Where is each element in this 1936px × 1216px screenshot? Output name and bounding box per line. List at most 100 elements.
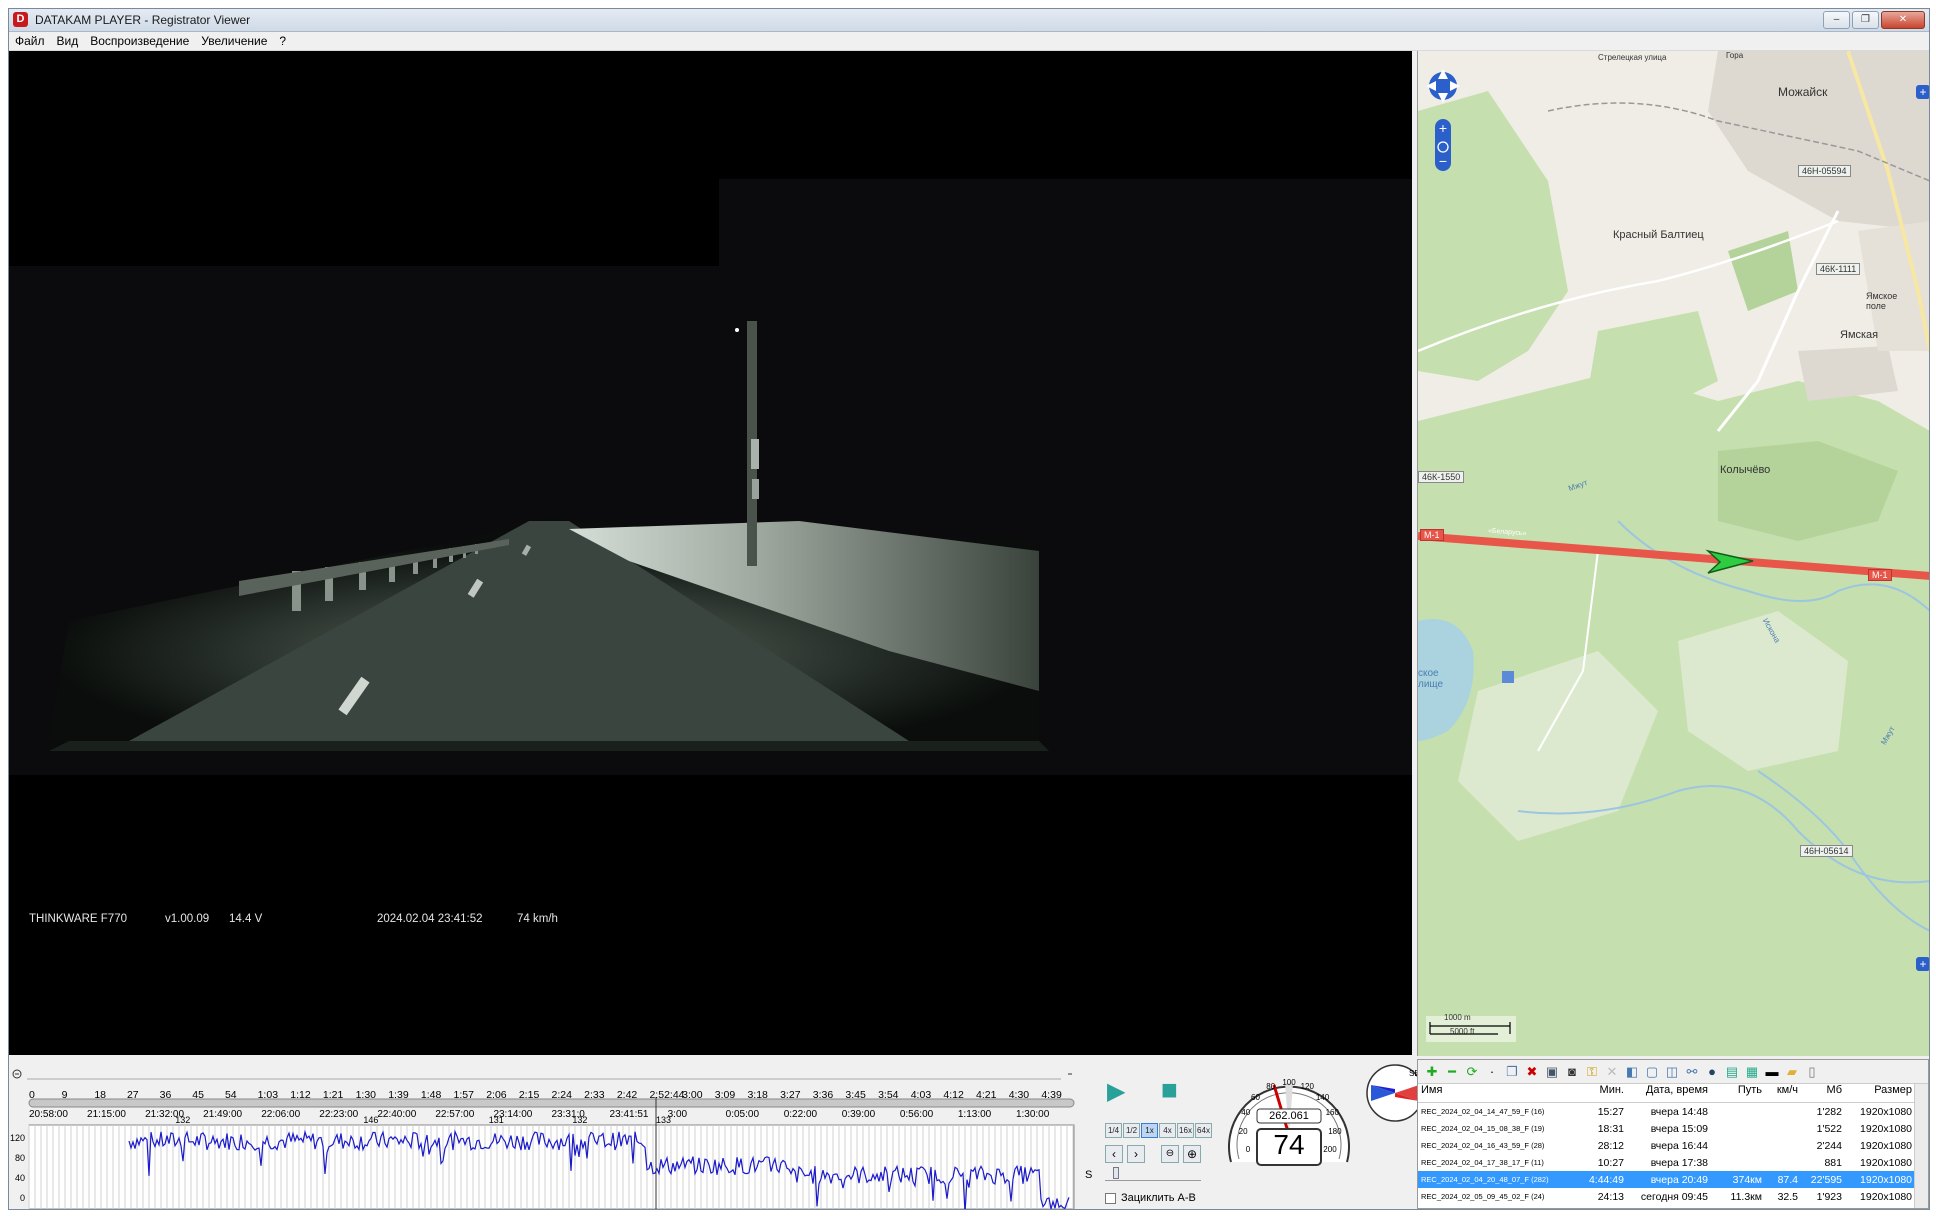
zoom-plus-icon[interactable]: ⊕: [1183, 1145, 1201, 1163]
volume-slider[interactable]: [1105, 1171, 1201, 1181]
zoom-in-timeline-icon[interactable]: [1081, 1069, 1093, 1081]
zoom-in-button[interactable]: [1435, 119, 1451, 135]
file-row[interactable]: REC_2024_02_05_09_45_02_F (24) 24:13 сегод…: [1418, 1188, 1928, 1205]
file-list-rows: REC_2024_02_04_14_47_59_F (16) 15:27 вчера…: [1418, 1103, 1928, 1205]
file-row[interactable]: REC_2024_02_04_15_08_38_F (19) 18:31 вчера…: [1418, 1120, 1928, 1137]
speed-64x-button[interactable]: 64x: [1195, 1123, 1212, 1138]
peak-label: 131: [488, 1115, 504, 1125]
speedometer-tick: 140: [1315, 1092, 1330, 1102]
file-resolution: 1920x1080: [1860, 1122, 1912, 1135]
speedometer-tick: 120: [1300, 1081, 1314, 1091]
timeline-slider[interactable]: [29, 1099, 1074, 1107]
file-minutes: 24:13: [1597, 1190, 1624, 1203]
map-label-village3: Ямское поле: [1866, 291, 1898, 311]
prev-frame-icon[interactable]: ‹: [1105, 1145, 1123, 1163]
file-row[interactable]: REC_2024_02_04_17_38_17_F (11) 10:27 вчера…: [1418, 1154, 1928, 1171]
file-row[interactable]: REC_2024_02_04_16_43_59_F (28) 28:12 вчера…: [1418, 1137, 1928, 1154]
close-button[interactable]: ✕: [1881, 11, 1925, 29]
file-mb: 1'923: [1816, 1190, 1842, 1203]
camera-icon[interactable]: ◙: [1564, 1064, 1580, 1080]
speed-1x-button[interactable]: 1x: [1141, 1123, 1158, 1138]
next-frame-icon[interactable]: ›: [1127, 1145, 1145, 1163]
column-mb[interactable]: Мб: [1802, 1084, 1846, 1102]
folder-icon[interactable]: ▰: [1784, 1064, 1800, 1080]
loop-checkbox[interactable]: [1105, 1193, 1116, 1204]
document-icon[interactable]: ▯: [1804, 1064, 1820, 1080]
column-resolution[interactable]: Размер: [1846, 1084, 1916, 1102]
window-icon[interactable]: ◫: [1664, 1064, 1680, 1080]
film-icon[interactable]: ▬: [1764, 1064, 1780, 1080]
timeline-graph-panel: 0 9 18 27 36 45 54 1:03 1:12 1:21 1:30 1:39 1:48 1:57…: [9, 1059, 1075, 1209]
delete-icon[interactable]: ✖: [1524, 1064, 1540, 1080]
link-icon[interactable]: ⚯: [1684, 1064, 1700, 1080]
file-list-scrollbar[interactable]: [1914, 1084, 1928, 1208]
window-title: DATAKAM PLAYER - Registrator Viewer: [35, 13, 251, 27]
map-label-lake: ское лище: [1418, 668, 1444, 690]
map-layer-plus-icon-2[interactable]: [1916, 957, 1929, 971]
speed-half-button[interactable]: 1/2: [1123, 1123, 1140, 1138]
file-datetime: вчера 17:38: [1650, 1156, 1708, 1169]
map-view[interactable]: + − + + Можайск Стрелецкая улица Гора Кр…: [1417, 51, 1929, 1056]
globe-icon[interactable]: [1435, 139, 1451, 155]
save-icon[interactable]: ▣: [1544, 1064, 1560, 1080]
road-tag-4: М-1: [1420, 529, 1444, 541]
speed-4x-button[interactable]: 4x: [1159, 1123, 1176, 1138]
column-name[interactable]: Имя: [1418, 1084, 1566, 1102]
stop-button[interactable]: ■: [1161, 1075, 1187, 1105]
menu-zoom[interactable]: Увеличение: [195, 32, 273, 50]
loop-label[interactable]: Зациклить А-В: [1121, 1192, 1196, 1204]
map-layer-plus-icon[interactable]: [1916, 85, 1929, 99]
column-path[interactable]: Путь: [1712, 1084, 1766, 1102]
frame-icon[interactable]: ▢: [1644, 1064, 1660, 1080]
file-resolution: 1920x1080: [1860, 1190, 1912, 1203]
osd-voltage: 14.4 V: [229, 913, 263, 925]
video-frame[interactable]: THINKWARE F770 v1.00.09 14.4 V 2024.02.0…: [9, 51, 1412, 1055]
column-speed[interactable]: км/ч: [1766, 1084, 1802, 1102]
speedometer-tick: 180: [1328, 1126, 1342, 1136]
map-label-village4: Колычёво: [1720, 464, 1771, 476]
map-icon[interactable]: ▤: [1724, 1064, 1740, 1080]
file-name: REC_2024_02_04_17_38_17_F (11): [1421, 1158, 1544, 1167]
column-minutes[interactable]: Мин.: [1566, 1084, 1628, 1102]
clear-icon[interactable]: ✕: [1604, 1064, 1620, 1080]
copy-icon[interactable]: ❐: [1504, 1064, 1520, 1080]
osd-datetime: 2024.02.04 23:41:52: [377, 913, 483, 925]
menu-file[interactable]: Файл: [9, 32, 51, 50]
y-tick: 120: [9, 1133, 25, 1143]
globe-toolbar-icon[interactable]: ●: [1704, 1064, 1720, 1080]
minimize-button[interactable]: –: [1823, 11, 1850, 29]
menu-view[interactable]: Вид: [51, 32, 85, 50]
title-bar[interactable]: D DATAKAM PLAYER - Registrator Viewer – …: [9, 9, 1929, 32]
menu-help[interactable]: ?: [273, 32, 292, 50]
speed-quarter-button[interactable]: 1/4: [1105, 1123, 1122, 1138]
photo-icon[interactable]: ▦: [1744, 1064, 1760, 1080]
speedometer-tick: 160: [1325, 1108, 1339, 1118]
file-datetime: вчера 14:48: [1650, 1105, 1708, 1118]
zoom-out-timeline-icon[interactable]: [12, 1069, 24, 1081]
scale-label-metric: 1000 m: [1444, 1013, 1471, 1022]
add-file-icon[interactable]: ✚: [1424, 1064, 1440, 1080]
maximize-button[interactable]: ❐: [1852, 11, 1879, 29]
file-mb: 22'595: [1810, 1173, 1842, 1186]
remove-file-icon[interactable]: ━: [1444, 1064, 1460, 1080]
zoom-minus-icon[interactable]: ⊖: [1161, 1145, 1179, 1163]
peak-label: 132: [572, 1115, 588, 1125]
map-canvas: + − + +: [1418, 51, 1929, 1056]
file-row[interactable]: REC_2024_02_04_20_48_07_F (282) 4:44:49 вч…: [1418, 1171, 1928, 1188]
volume-slider-thumb[interactable]: [1113, 1167, 1119, 1179]
more-icon[interactable]: ·: [1484, 1064, 1500, 1080]
odometer-value: 262.061: [1269, 1110, 1309, 1122]
speed-16x-button[interactable]: 16x: [1177, 1123, 1194, 1138]
refresh-icon[interactable]: ⟳: [1464, 1064, 1480, 1080]
pan-control[interactable]: [1428, 71, 1458, 101]
menu-playback[interactable]: Воспроизведение: [84, 32, 195, 50]
play-button[interactable]: ▶: [1107, 1079, 1133, 1105]
speed-graph[interactable]: [29, 1125, 1074, 1209]
key-icon[interactable]: ⚿: [1584, 1064, 1600, 1080]
playback-controls: ▶ ■ 1/4 1/2 1x 4x 16x 64x ‹ › ⊖ ⊕ S Заци…: [1085, 1059, 1429, 1209]
file-row[interactable]: REC_2024_02_04_14_47_59_F (16) 15:27 вчера…: [1418, 1103, 1928, 1120]
export-icon[interactable]: ◧: [1624, 1064, 1640, 1080]
zoom-out-button[interactable]: [1435, 156, 1451, 172]
window-controls: – ❐ ✕: [1823, 11, 1925, 29]
column-datetime[interactable]: Дата, время: [1628, 1084, 1712, 1102]
